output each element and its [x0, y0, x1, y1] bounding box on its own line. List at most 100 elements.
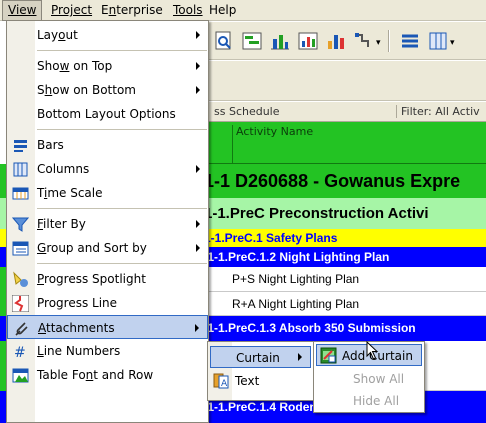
chevron-right-icon [196, 62, 200, 70]
columns-icon [12, 161, 29, 178]
mouse-pointer-icon [366, 340, 380, 361]
grid-title-bar: ss Schedule Filter: All Activ [196, 102, 486, 122]
gantt-chart-icon[interactable] [240, 29, 264, 53]
menu-item-progress-spotlight[interactable]: Progress Spotlight [7, 267, 208, 291]
add-curtain-icon [320, 347, 337, 364]
columns-view-icon[interactable] [426, 29, 450, 53]
progress-spotlight-icon [12, 271, 29, 288]
filter-icon [11, 216, 30, 233]
submenu-item-hide-all-label: Hide All [353, 394, 400, 408]
table-row-label: R+A Night Lighting Plan [232, 297, 360, 311]
chevron-right-icon [298, 353, 302, 361]
menu-item-table-font-and-row[interactable]: Table Font and Row [7, 363, 208, 387]
menu-separator [37, 263, 207, 264]
table-row-label: /1-1.PreC.1.3 Absorb 350 Submission [204, 321, 416, 335]
menu-item-columns-label: Columns [37, 162, 90, 176]
menu-item-show-on-top[interactable]: Show on Top [7, 54, 208, 78]
menu-item-bars[interactable]: Bars [7, 133, 208, 157]
table-view-icon[interactable] [398, 29, 422, 53]
menu-item-columns[interactable]: Columns [7, 157, 208, 181]
table-row-label: /1-1.PreC.1.2 Night Lighting Plan [204, 250, 390, 264]
toolbar: ▾ ▾ [196, 22, 486, 60]
time-scale-icon [12, 185, 29, 202]
text-attachment-icon: A [213, 373, 229, 389]
histogram-icon[interactable] [268, 29, 292, 53]
chevron-right-icon [196, 86, 200, 94]
menu-item-table-font-and-row-label: Table Font and Row [37, 368, 154, 382]
menu-item-attachments[interactable]: Attachments [7, 315, 208, 339]
toolbar-separator [388, 30, 390, 52]
submenu-item-hide-all: Hide All [316, 390, 422, 412]
menu-separator [37, 129, 207, 130]
print-preview-icon[interactable] [212, 29, 236, 53]
resource-profile-icon[interactable] [324, 29, 348, 53]
table-font-icon [12, 367, 29, 384]
menu-item-progress-line-label: Progress Line [37, 296, 118, 310]
table-row-label: 1-1.PreC.1 Safety Plans [204, 231, 338, 245]
table-row-label: 1-1.PreC Preconstruction Activi [204, 205, 429, 222]
attachments-submenu: Curtain A Text [207, 341, 314, 401]
svg-text:A: A [221, 379, 228, 389]
menu-item-bottom-layout-options[interactable]: Bottom Layout Options [7, 102, 208, 126]
table-row[interactable]: P+S Night Lighting Plan [196, 267, 486, 292]
submenu-item-text[interactable]: A Text [210, 370, 311, 392]
menu-item-group-and-sort-by-label: Group and Sort by [37, 241, 147, 255]
menu-item-attachments-label: Attachments [38, 321, 115, 335]
column-header-activity-name[interactable]: Activity Name [232, 125, 313, 164]
column-header[interactable]: Activity Name [196, 122, 486, 164]
menu-tools[interactable]: Tools [168, 0, 208, 21]
menu-item-bars-label: Bars [37, 138, 64, 152]
toolbar-overflow-icon[interactable]: ▾ [376, 38, 381, 48]
grid-filter-label: Filter: All Activ [396, 105, 480, 118]
menu-item-show-on-top-label: Show on Top [37, 59, 113, 73]
menu-item-filter-by-label: Filter By [37, 217, 86, 231]
svg-text:#: # [14, 345, 26, 360]
menu-item-time-scale[interactable]: Time Scale [7, 181, 208, 205]
menu-item-progress-spotlight-label: Progress Spotlight [37, 272, 146, 286]
menu-item-show-on-bottom[interactable]: Show on Bottom [7, 78, 208, 102]
chevron-right-icon [196, 165, 200, 173]
chevron-right-icon [195, 324, 199, 332]
chevron-right-icon [196, 244, 200, 252]
progress-line-icon [11, 294, 30, 313]
bars-icon [12, 137, 29, 154]
group-sort-icon [12, 240, 29, 257]
table-row[interactable]: /1-1.PreC.1.3 Absorb 350 Submission [196, 316, 486, 341]
menu-item-bottom-layout-options-label: Bottom Layout Options [37, 107, 176, 121]
chevron-right-icon [196, 31, 200, 39]
table-row-label: 1-1 D260688 - Gowanus Expre [204, 171, 461, 191]
submenu-item-show-all: Show All [316, 368, 422, 390]
table-row[interactable]: R+A Night Lighting Plan [196, 292, 486, 316]
menu-item-progress-line[interactable]: Progress Line [7, 291, 208, 315]
chevron-right-icon [196, 220, 200, 228]
menu-item-time-scale-label: Time Scale [37, 186, 103, 200]
menu-enterprise[interactable]: Enterprise [96, 0, 168, 21]
table-row[interactable]: 1-1.PreC Preconstruction Activi [196, 198, 486, 229]
columns-dropdown-icon[interactable]: ▾ [450, 38, 455, 48]
menu-item-group-and-sort-by[interactable]: Group and Sort by [7, 236, 208, 260]
table-row[interactable]: 1-1 D260688 - Gowanus Expre [196, 164, 486, 198]
submenu-item-text-label: Text [235, 374, 260, 388]
menu-separator [37, 208, 207, 209]
menu-item-layout[interactable]: Layout [7, 23, 208, 47]
menu-help[interactable]: Help [204, 0, 241, 21]
grid-title: ss Schedule [214, 105, 280, 118]
submenu-item-show-all-label: Show All [353, 372, 405, 386]
menu-bar: View Project Enterprise Tools Help [0, 0, 486, 21]
menu-item-show-on-bottom-label: Show on Bottom [37, 83, 136, 97]
menu-item-line-numbers-label: Line Numbers [37, 344, 121, 358]
resource-usage-icon[interactable] [296, 29, 320, 53]
menu-project[interactable]: Project [46, 0, 97, 21]
menu-view[interactable]: View [2, 0, 43, 21]
trace-logic-icon[interactable] [352, 29, 376, 53]
menu-item-line-numbers[interactable]: # Line Numbers [7, 339, 208, 363]
table-row[interactable]: /1-1.PreC.1.2 Night Lighting Plan [196, 247, 486, 267]
submenu-item-curtain[interactable]: Curtain [210, 346, 311, 368]
attachments-icon [13, 320, 30, 337]
view-menu: Layout Show on Top Show on Bottom Bottom La… [6, 20, 209, 423]
menu-separator [37, 50, 207, 51]
menu-item-layout-label: Layout [37, 28, 78, 42]
table-row[interactable]: 1-1.PreC.1 Safety Plans [196, 229, 486, 247]
menu-item-filter-by[interactable]: Filter By [7, 212, 208, 236]
table-row-label: P+S Night Lighting Plan [232, 272, 360, 286]
